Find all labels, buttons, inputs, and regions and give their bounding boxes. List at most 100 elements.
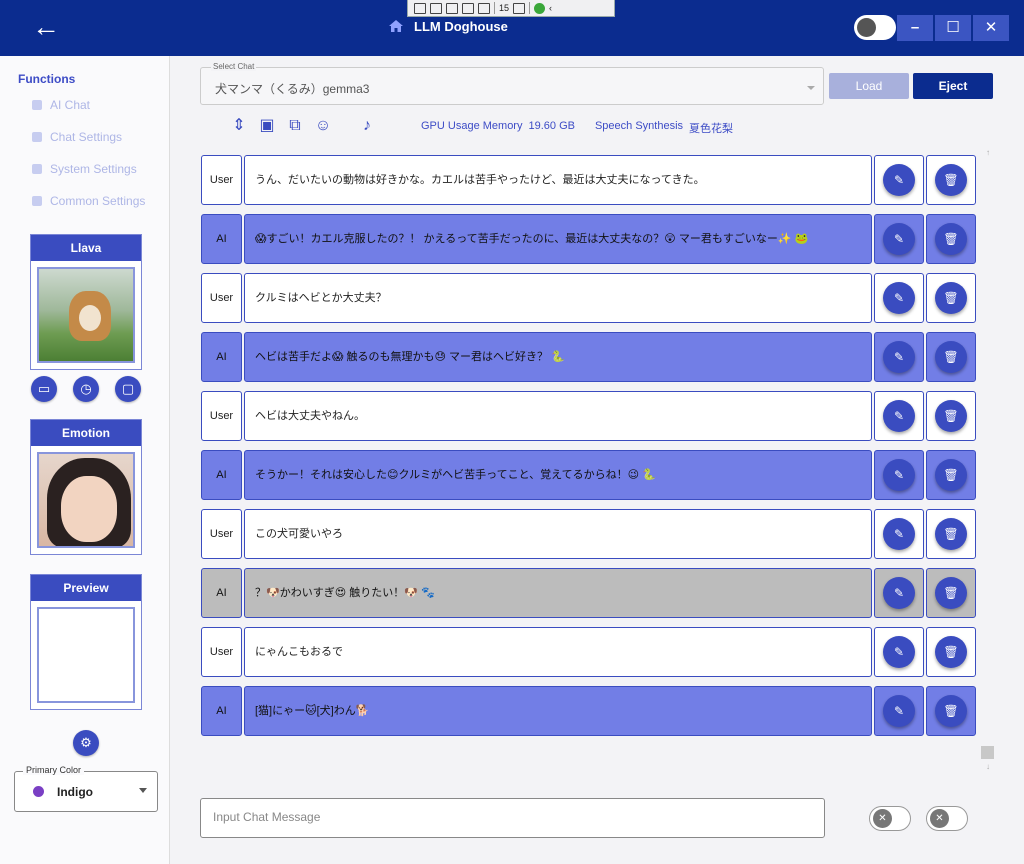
close-button[interactable]: ✕: [973, 15, 1009, 41]
face: [61, 476, 117, 542]
theme-toggle[interactable]: [854, 15, 896, 40]
toggle-knob: [857, 18, 876, 37]
edit-button[interactable]: ✎: [874, 155, 924, 205]
edit-button[interactable]: ✎: [874, 627, 924, 677]
eject-button[interactable]: Eject: [913, 73, 993, 99]
timer-off-button[interactable]: ◷: [73, 376, 99, 402]
edit-button[interactable]: ✎: [874, 332, 924, 382]
message-row: AI [猫]にゃー🐱[犬]わん🐕 ✎ 🗑: [201, 686, 981, 736]
compress-icon[interactable]: ⇕: [229, 116, 249, 136]
message-text[interactable]: にゃんこもおるで: [244, 627, 872, 677]
scroll-down-arrow[interactable]: ↓: [983, 762, 993, 772]
edit-button[interactable]: ✎: [874, 450, 924, 500]
message-role: AI: [201, 686, 242, 736]
nav-common-settings[interactable]: Common Settings: [32, 194, 145, 208]
settings-gear-button[interactable]: ⚙: [73, 730, 99, 756]
edit-button[interactable]: ✎: [874, 391, 924, 441]
message-text[interactable]: ？🐶かわいすぎ😍 触りたい！🐶 🐾: [244, 568, 872, 618]
record-icon[interactable]: [430, 2, 442, 14]
edit-button[interactable]: ✎: [874, 214, 924, 264]
delete-button[interactable]: 🗑: [926, 332, 976, 382]
chevron-down-icon: [807, 86, 815, 90]
delete-button[interactable]: 🗑: [926, 568, 976, 618]
edit-button[interactable]: ✎: [874, 273, 924, 323]
app-title-text: LLM Doghouse: [414, 18, 508, 34]
llava-image: [37, 267, 135, 363]
nav-label: Chat Settings: [50, 130, 123, 144]
binding-failures-count[interactable]: 15: [499, 3, 509, 13]
edit-button[interactable]: ✎: [874, 686, 924, 736]
delete-button[interactable]: 🗑: [926, 273, 976, 323]
main-area: Select Chat 犬マンマ（くるみ）gemma3 Load Eject ⇕…: [171, 56, 1024, 864]
scroll-up-arrow[interactable]: ↑: [983, 148, 993, 158]
edit-button[interactable]: ✎: [874, 509, 924, 559]
screen-capture-button[interactable]: ▭: [31, 376, 57, 402]
delete-button[interactable]: 🗑: [926, 391, 976, 441]
delete-button[interactable]: 🗑: [926, 686, 976, 736]
edit-button[interactable]: ✎: [874, 568, 924, 618]
message-text[interactable]: そうかー！それは安心した😊クルミがヘビ苦手ってこと、覚えてるからね！😉 🐍: [244, 450, 872, 500]
preview-image: [37, 607, 135, 703]
delete-button[interactable]: 🗑: [926, 509, 976, 559]
toolbar-divider: [529, 2, 531, 14]
gpu-label: GPU Usage Memory: [421, 120, 523, 132]
mic-toggle[interactable]: ✕: [869, 806, 911, 831]
maximize-button[interactable]: ☐: [935, 15, 971, 41]
message-text[interactable]: うん、だいたいの動物は好きかな。カエルは苦手やったけど、最近は大丈夫になってきた…: [244, 155, 872, 205]
speech-value: 夏色花梨: [689, 123, 734, 135]
voice-icon[interactable]: ☺: [313, 116, 333, 136]
track-focus-icon[interactable]: [478, 2, 490, 14]
speaker-off-icon: ✕: [930, 809, 949, 828]
home-icon: [389, 20, 403, 32]
delete-button[interactable]: 🗑: [926, 155, 976, 205]
chat-input-box[interactable]: [200, 798, 825, 838]
pencil-icon: ✎: [883, 164, 915, 196]
delete-button[interactable]: 🗑: [926, 450, 976, 500]
select-element-icon[interactable]: [446, 2, 458, 14]
select-chat-dropdown[interactable]: Select Chat 犬マンマ（くるみ）gemma3: [200, 62, 824, 105]
scrollbar-thumb[interactable]: [981, 746, 994, 759]
minimize-button[interactable]: –: [897, 15, 933, 41]
message-text[interactable]: ヘビは大丈夫やねん。: [244, 391, 872, 441]
accessibility-icon[interactable]: [513, 2, 526, 14]
functions-heading: Functions: [18, 72, 76, 86]
panel-title: Emotion: [31, 420, 141, 446]
panel-title: Preview: [31, 575, 141, 601]
message-text[interactable]: ヘビは苦手だよ😱 触るのも無理かも😓 マー君はヘビ好き？ 🐍: [244, 332, 872, 382]
dog-figure: [69, 291, 111, 341]
nav-ai-chat[interactable]: AI Chat: [32, 98, 90, 112]
message-text[interactable]: 😱すごい！カエル克服したの？！ かえるって苦手だったのに、最近は大丈夫なの？😲 …: [244, 214, 872, 264]
message-text[interactable]: クルミはヘビとか大丈夫？: [244, 273, 872, 323]
chat-message-input[interactable]: [213, 810, 803, 824]
message-row-selected: AI ？🐶かわいすぎ😍 触りたい！🐶 🐾 ✎ 🗑: [201, 568, 981, 618]
trash-icon: 🗑: [935, 695, 967, 727]
load-button[interactable]: Load: [829, 73, 909, 99]
message-text[interactable]: この犬可愛いやろ: [244, 509, 872, 559]
speech-recognition-icon[interactable]: ♪: [357, 116, 377, 136]
trash-icon: 🗑: [935, 164, 967, 196]
speaker-toggle[interactable]: ✕: [926, 806, 968, 831]
nav-chat-settings[interactable]: Chat Settings: [32, 130, 122, 144]
image-search-icon[interactable]: ⧉: [285, 116, 305, 136]
trash-icon: 🗑: [935, 223, 967, 255]
window-button[interactable]: ▢: [115, 376, 141, 402]
message-row: AI 😱すごい！カエル克服したの？！ かえるって苦手だったのに、最近は大丈夫なの…: [201, 214, 981, 264]
nav-system-settings[interactable]: System Settings: [32, 162, 137, 176]
nav-label: AI Chat: [50, 98, 91, 112]
message-text[interactable]: [猫]にゃー🐱[犬]わん🐕: [244, 686, 872, 736]
display-layout-icon[interactable]: [462, 2, 474, 14]
eject-label: Eject: [938, 79, 968, 93]
check-icon[interactable]: [534, 2, 546, 14]
toolbar-divider: [494, 2, 495, 14]
collapse-toolbar-icon[interactable]: ‹: [549, 3, 552, 13]
primary-color-label: Primary Color: [23, 765, 85, 775]
delete-button[interactable]: 🗑: [926, 214, 976, 264]
live-tree-icon[interactable]: [414, 2, 426, 14]
pencil-icon: ✎: [883, 459, 915, 491]
back-arrow-icon[interactable]: ←: [32, 12, 66, 42]
delete-button[interactable]: 🗑: [926, 627, 976, 677]
image-icon[interactable]: ▣: [257, 116, 277, 136]
select-chat-value: 犬マンマ（くるみ）gemma3: [215, 82, 370, 96]
primary-color-select[interactable]: Primary Color Indigo: [14, 765, 158, 812]
chevron-down-icon: [139, 788, 147, 793]
